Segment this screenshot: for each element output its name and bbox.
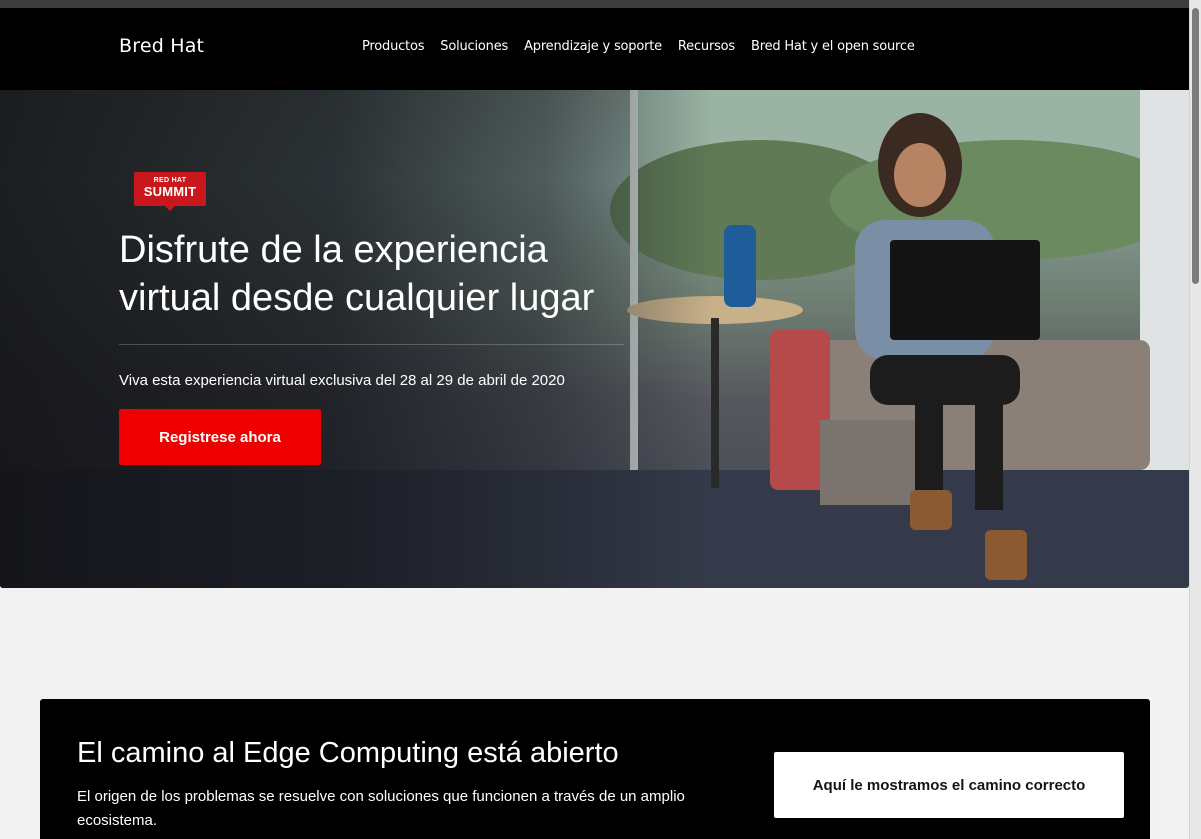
summit-badge: RED HAT SUMMIT	[134, 172, 206, 206]
edge-title: El camino al Edge Computing está abierto	[77, 737, 619, 769]
browser-bookmarks-strip	[0, 0, 1189, 8]
edge-computing-banner: El camino al Edge Computing está abierto…	[40, 699, 1150, 839]
hero-divider	[119, 344, 624, 345]
hero-gradient-overlay	[0, 90, 1189, 588]
hero-subtitle: Viva esta experiencia virtual exclusiva …	[119, 372, 565, 389]
summit-badge-main: SUMMIT	[143, 184, 197, 199]
nav-item-recursos[interactable]: Recursos	[678, 39, 735, 54]
scrollbar-thumb[interactable]	[1192, 8, 1199, 284]
hero-title: Disfrute de la experiencia virtual desde…	[119, 226, 639, 322]
nav-item-soluciones[interactable]: Soluciones	[440, 39, 508, 54]
site-logo[interactable]: Bred Hat	[119, 35, 204, 57]
nav-item-open-source[interactable]: Bred Hat y el open source	[751, 39, 915, 54]
hero-banner: RED HAT SUMMIT Disfrute de la experienci…	[0, 90, 1189, 588]
hero-title-line-1: Disfrute de la experiencia	[119, 229, 548, 271]
hero-title-line-2: virtual desde cualquier lugar	[119, 277, 595, 319]
edge-path-button[interactable]: Aquí le mostramos el camino correcto	[774, 752, 1124, 818]
register-button[interactable]: Registrese ahora	[119, 409, 321, 465]
main-nav: Productos Soluciones Aprendizaje y sopor…	[362, 39, 915, 54]
nav-item-aprendizaje[interactable]: Aprendizaje y soporte	[524, 39, 662, 54]
edge-description: El origen de los problemas se resuelve c…	[77, 788, 685, 829]
page-scrollbar[interactable]	[1189, 0, 1201, 839]
nav-item-productos[interactable]: Productos	[362, 39, 424, 54]
site-header: Bred Hat Productos Soluciones Aprendizaj…	[0, 8, 1189, 90]
summit-badge-tip	[164, 205, 176, 211]
